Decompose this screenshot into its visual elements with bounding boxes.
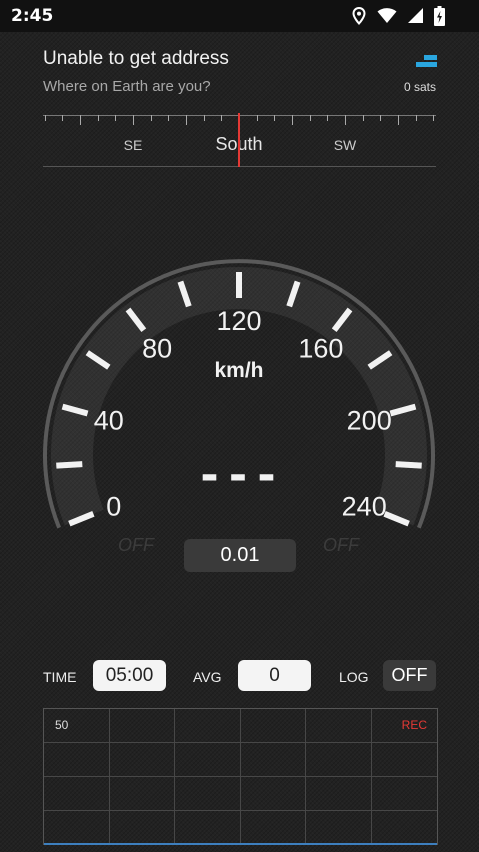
gauge-scale-label: 120 bbox=[216, 306, 261, 336]
graph-gridline bbox=[174, 709, 175, 845]
right-status-indicator: OFF bbox=[323, 535, 359, 555]
gauge-scale-label: 0 bbox=[106, 492, 121, 522]
gauge-scale-label: 200 bbox=[347, 405, 392, 435]
gauge-tick bbox=[395, 461, 422, 469]
graph-max-label: 50 bbox=[55, 718, 69, 732]
speed-readout: --- bbox=[196, 450, 281, 501]
time-button[interactable]: 05:00 bbox=[93, 660, 166, 691]
left-status-indicator: OFF bbox=[118, 535, 154, 555]
speedometer-gauge: 0 40 80 120 160 200 240 km/h --- bbox=[43, 259, 435, 529]
log-label: LOG bbox=[339, 669, 369, 685]
gauge-scale-label: 40 bbox=[94, 405, 124, 435]
gauge-scale-label: 160 bbox=[298, 334, 343, 364]
graph-gridline bbox=[44, 776, 437, 777]
speed-graph: 50 REC bbox=[43, 708, 438, 845]
gauge-scale-label: 80 bbox=[142, 334, 172, 364]
graph-gridline bbox=[371, 709, 372, 845]
graph-gridline bbox=[305, 709, 306, 845]
graph-baseline bbox=[44, 843, 437, 845]
graph-gridline bbox=[109, 709, 110, 845]
graph-gridline bbox=[240, 709, 241, 845]
graph-gridline bbox=[44, 810, 437, 811]
gauge-scale-label: 240 bbox=[342, 492, 387, 522]
time-label: TIME bbox=[43, 669, 77, 685]
avg-button[interactable]: 0 bbox=[238, 660, 311, 691]
gauge-tick bbox=[56, 461, 83, 469]
speed-unit: km/h bbox=[214, 359, 263, 382]
avg-label: AVG bbox=[193, 669, 222, 685]
rec-indicator[interactable]: REC bbox=[402, 718, 427, 732]
log-toggle[interactable]: OFF bbox=[383, 660, 436, 691]
graph-gridline bbox=[44, 742, 437, 743]
trip-distance[interactable]: 0.01 bbox=[184, 539, 296, 572]
